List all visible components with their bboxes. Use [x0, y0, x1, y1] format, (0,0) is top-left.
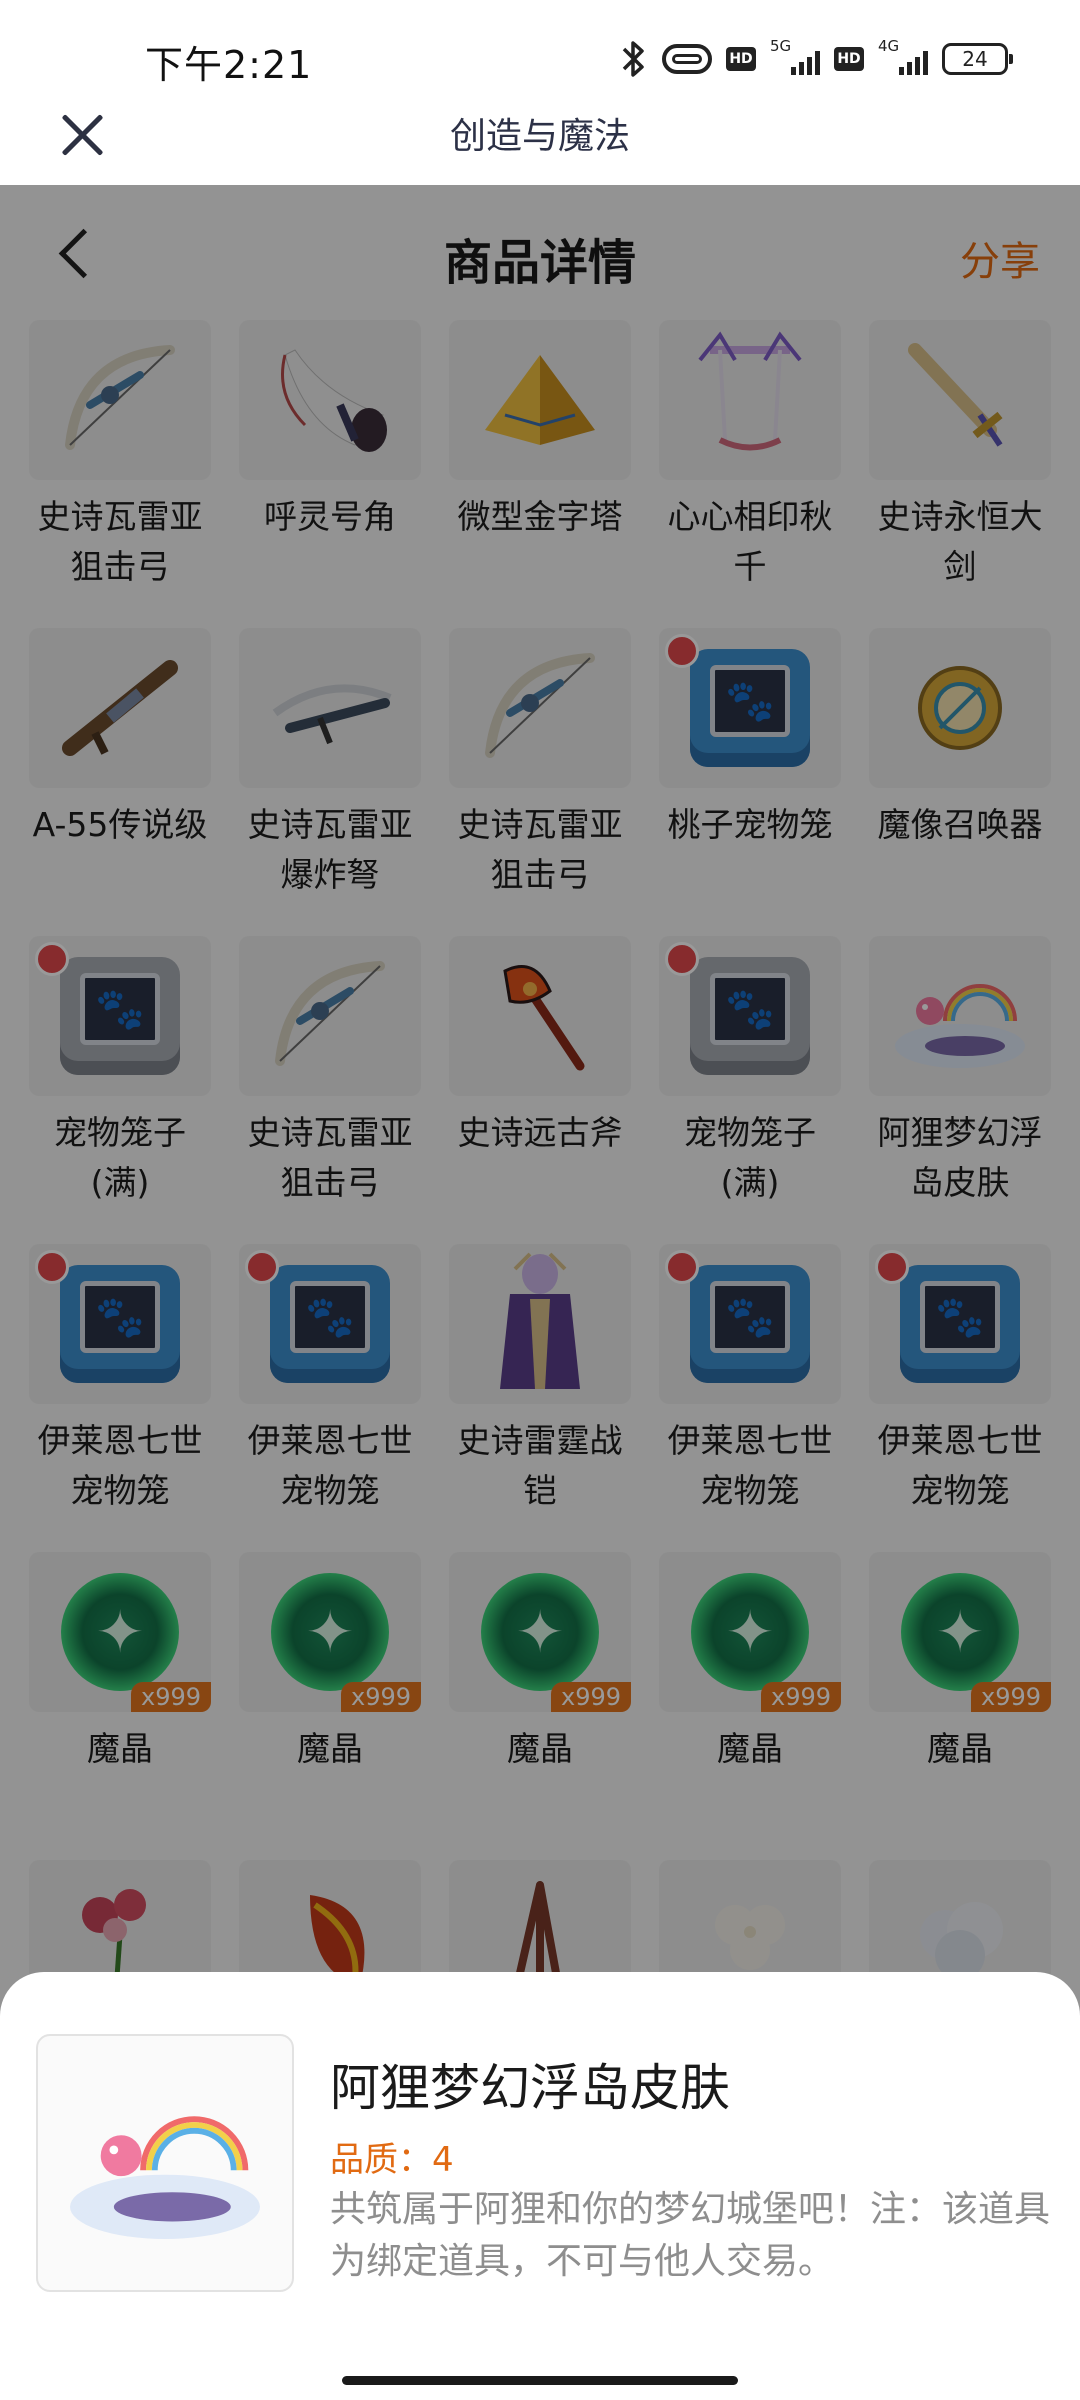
- signal-4g-label: 4G: [878, 37, 900, 55]
- status-bar: 下午2:21 HD 5G HD 4G 24: [0, 0, 1080, 110]
- item-description: 共筑属于阿狸和你的梦幻城堡吧！注：该道具为绑定道具，不可与他人交易。: [330, 2189, 1051, 2282]
- bluetooth-icon: [618, 39, 648, 79]
- hd-icon: HD: [834, 47, 864, 71]
- home-indicator[interactable]: [342, 2376, 738, 2385]
- signal-4g-icon: 4G: [878, 37, 928, 77]
- signal-5g-icon: 5G: [770, 37, 820, 77]
- hd-icon: HD: [726, 47, 756, 71]
- item-quality: 品质：4: [330, 2140, 454, 2180]
- status-icons: HD 5G HD 4G 24: [618, 36, 1013, 82]
- link-icon: [662, 44, 712, 74]
- battery-icon: 24: [942, 43, 1013, 75]
- app-title: 创造与魔法: [449, 116, 630, 157]
- status-time: 下午2:21: [145, 43, 313, 87]
- signal-5g-label: 5G: [770, 37, 792, 55]
- item-name: 阿狸梦幻浮岛皮肤: [330, 2059, 730, 2117]
- item-detail-sheet: 阿狸梦幻浮岛皮肤 品质：4 共筑属于阿狸和你的梦幻城堡吧！注：该道具为绑定道具，…: [0, 1972, 1080, 2400]
- app-bar: 创造与魔法: [0, 110, 1080, 185]
- floating-island-icon: [36, 2034, 294, 2292]
